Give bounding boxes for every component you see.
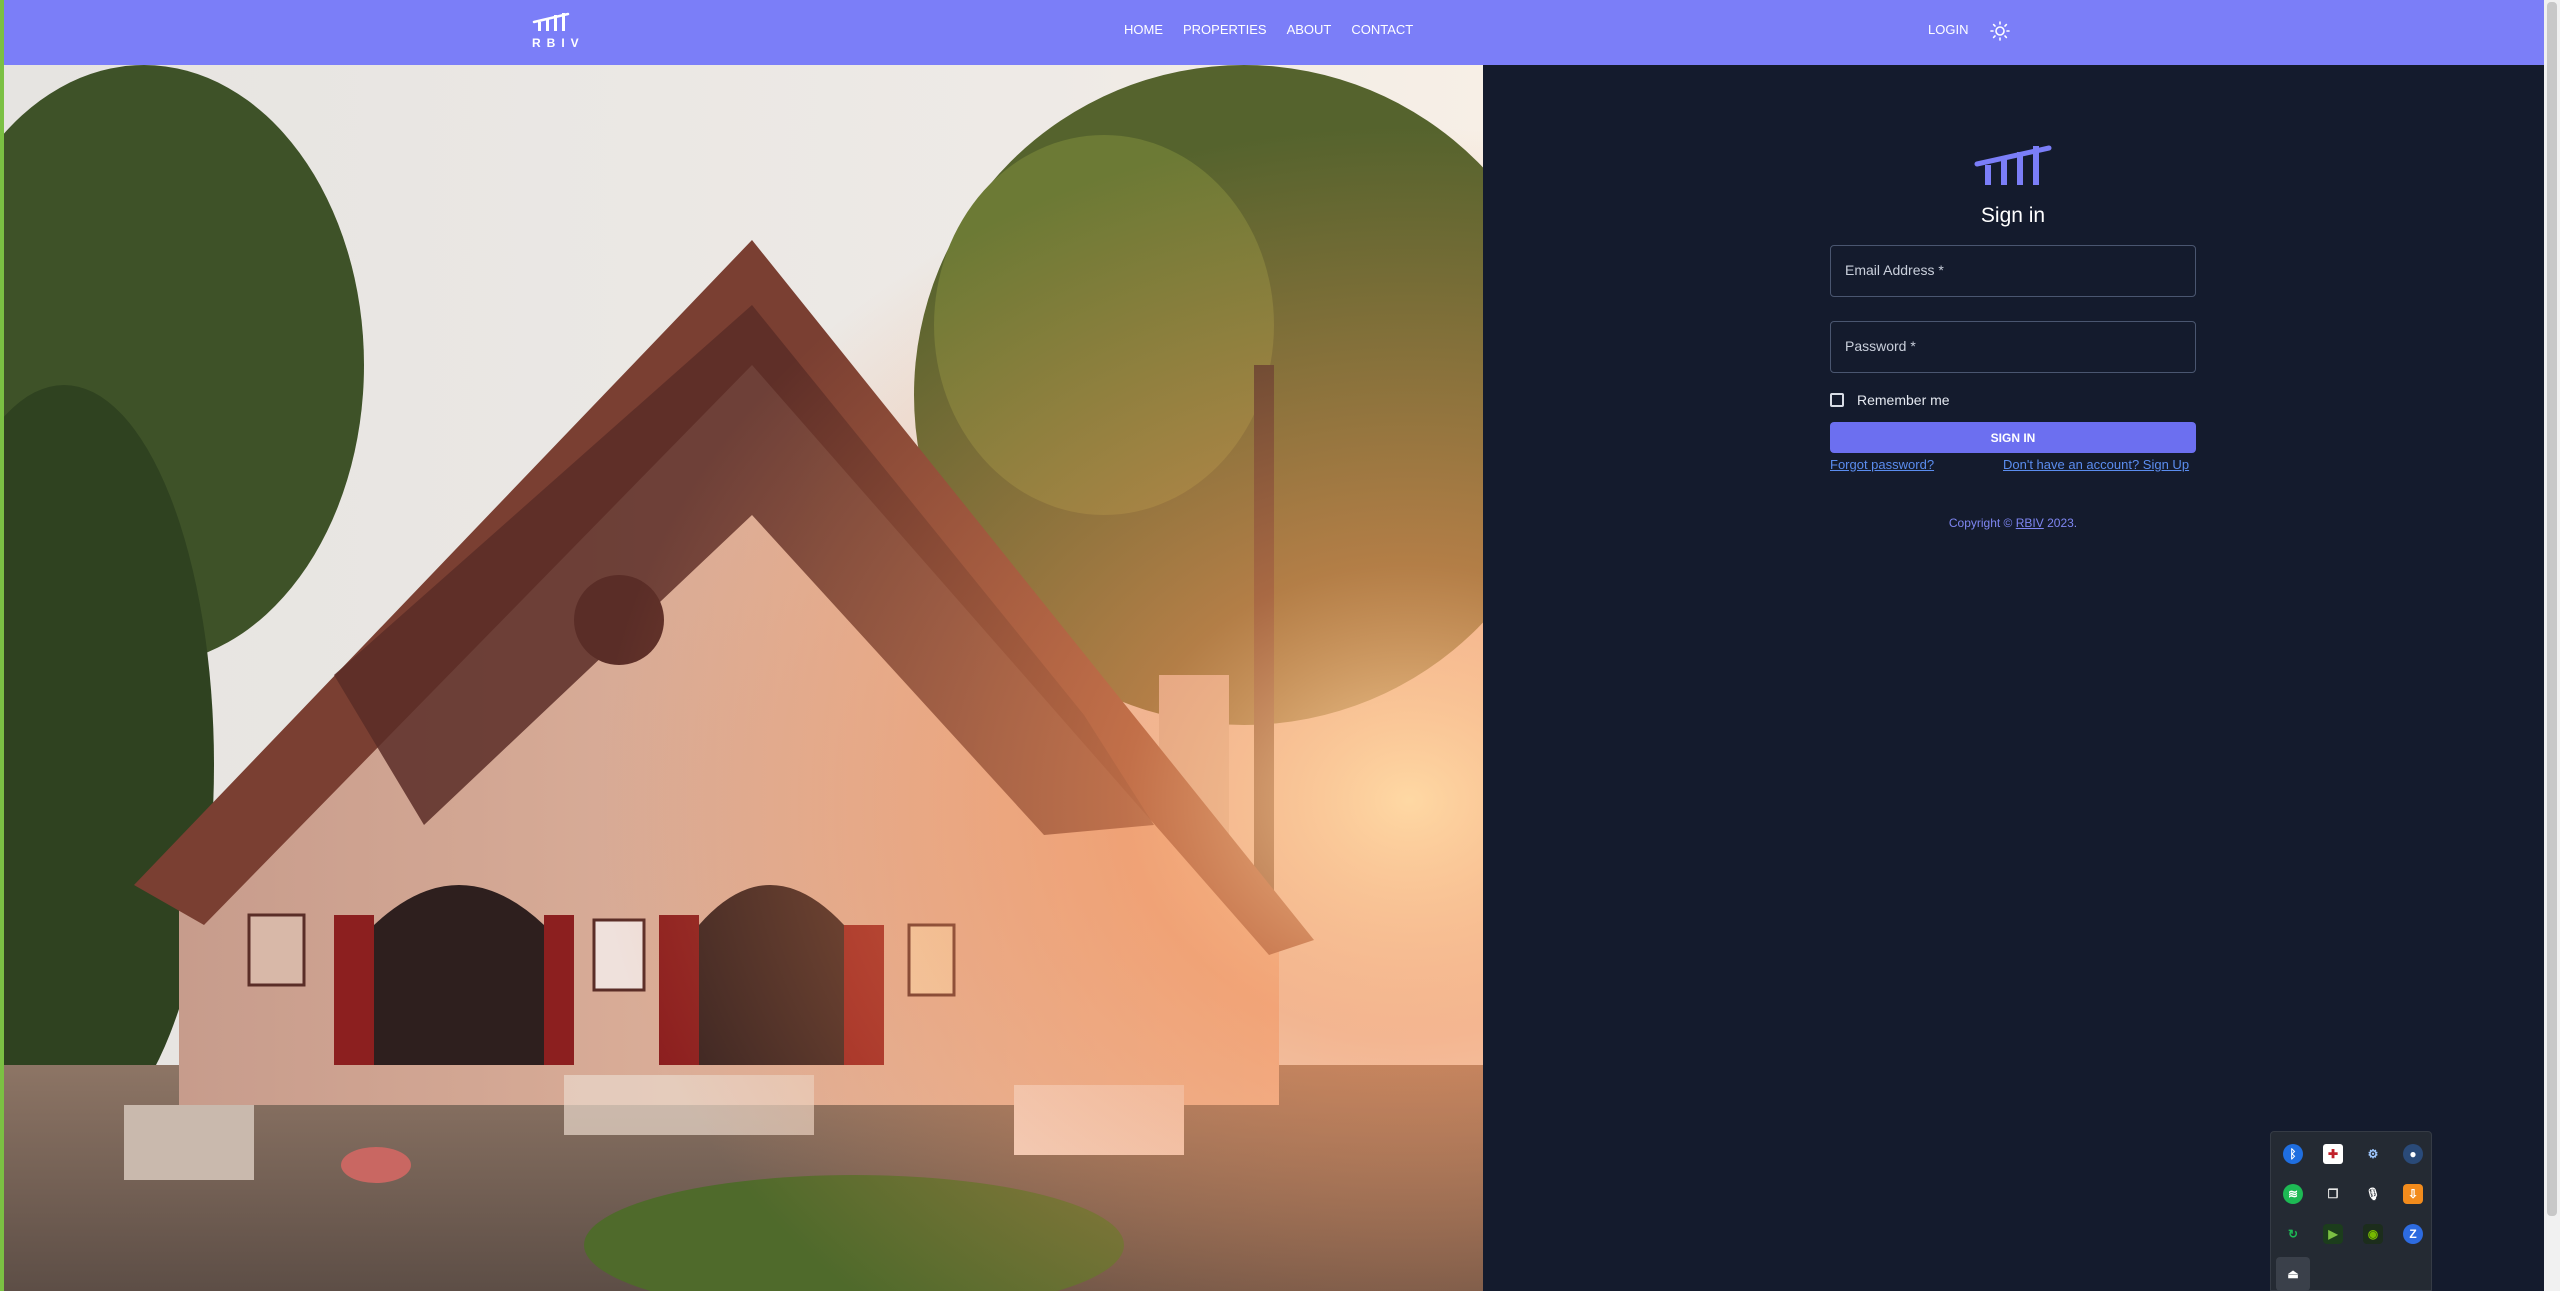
brand-text: RBIV	[532, 36, 585, 50]
brand-logo[interactable]: RBIV	[526, 8, 585, 58]
nvidia-icon[interactable]: ◉	[2363, 1224, 2383, 1244]
theme-toggle-button[interactable]	[1990, 21, 2010, 41]
logo-bars-icon	[1974, 145, 2052, 185]
circle-app-icon[interactable]: ●	[2403, 1144, 2423, 1164]
sun-icon	[1990, 21, 2010, 41]
refresh-app-icon[interactable]: ↻	[2283, 1224, 2303, 1244]
sign-up-link[interactable]: Don't have an account? Sign Up	[2003, 457, 2189, 472]
security-shield-icon[interactable]: ✚	[2323, 1144, 2343, 1164]
steam-icon[interactable]: ⚙	[2363, 1144, 2383, 1164]
sign-in-button[interactable]: SIGN IN	[1830, 422, 2196, 453]
logo-bars-icon	[532, 12, 570, 31]
system-tray-overflow: ᛒ ✚ ⚙ ● ≋ ❐ 🎙 ⇩ ↻ ▶ ◉ Z ⏏	[2270, 1131, 2432, 1291]
copyright-brand-link[interactable]: RBIV	[2016, 516, 2044, 530]
play-app-icon[interactable]: ▶	[2323, 1224, 2343, 1244]
nav-links: HOME PROPERTIES ABOUT CONTACT	[1124, 22, 1413, 37]
remember-me-row: Remember me	[1830, 392, 1950, 408]
microphone-icon[interactable]: 🎙	[2363, 1184, 2383, 1204]
copyright-suffix: 2023.	[2047, 516, 2078, 530]
scrollbar-thumb[interactable]	[2547, 2, 2557, 1216]
usb-icon[interactable]: ⏏	[2276, 1257, 2310, 1291]
zoom-icon[interactable]: Z	[2403, 1224, 2423, 1244]
copyright-prefix: Copyright ©	[1948, 516, 2013, 530]
nav-link-home[interactable]: HOME	[1124, 22, 1163, 37]
nav-link-contact[interactable]: CONTACT	[1351, 22, 1413, 37]
signin-logo	[1973, 140, 2053, 191]
signin-title: Sign in	[1980, 204, 2046, 227]
password-input[interactable]	[1831, 322, 2199, 374]
spotify-icon[interactable]: ≋	[2283, 1184, 2303, 1204]
remember-me-label: Remember me	[1857, 392, 1950, 408]
remember-me-checkbox[interactable]	[1830, 393, 1844, 407]
email-field[interactable]: Email Address *	[1830, 245, 2199, 298]
page-scrollbar[interactable]	[2544, 0, 2560, 1291]
orange-app-icon[interactable]: ⇩	[2403, 1184, 2423, 1204]
nav-link-about[interactable]: ABOUT	[1287, 22, 1332, 37]
password-field[interactable]: Password *	[1830, 321, 2199, 374]
copyright-text: Copyright © RBIV 2023.	[1830, 516, 2196, 530]
nav-link-properties[interactable]: PROPERTIES	[1183, 22, 1267, 37]
bluetooth-icon[interactable]: ᛒ	[2283, 1144, 2303, 1164]
copy-app-icon[interactable]: ❐	[2323, 1184, 2343, 1204]
login-link[interactable]: LOGIN	[1928, 22, 1968, 37]
hero-house-image	[4, 65, 1483, 1291]
email-input[interactable]	[1831, 246, 2199, 298]
forgot-password-link[interactable]: Forgot password?	[1830, 457, 1934, 472]
top-navbar: RBIV HOME PROPERTIES ABOUT CONTACT LOGIN	[4, 0, 2544, 65]
